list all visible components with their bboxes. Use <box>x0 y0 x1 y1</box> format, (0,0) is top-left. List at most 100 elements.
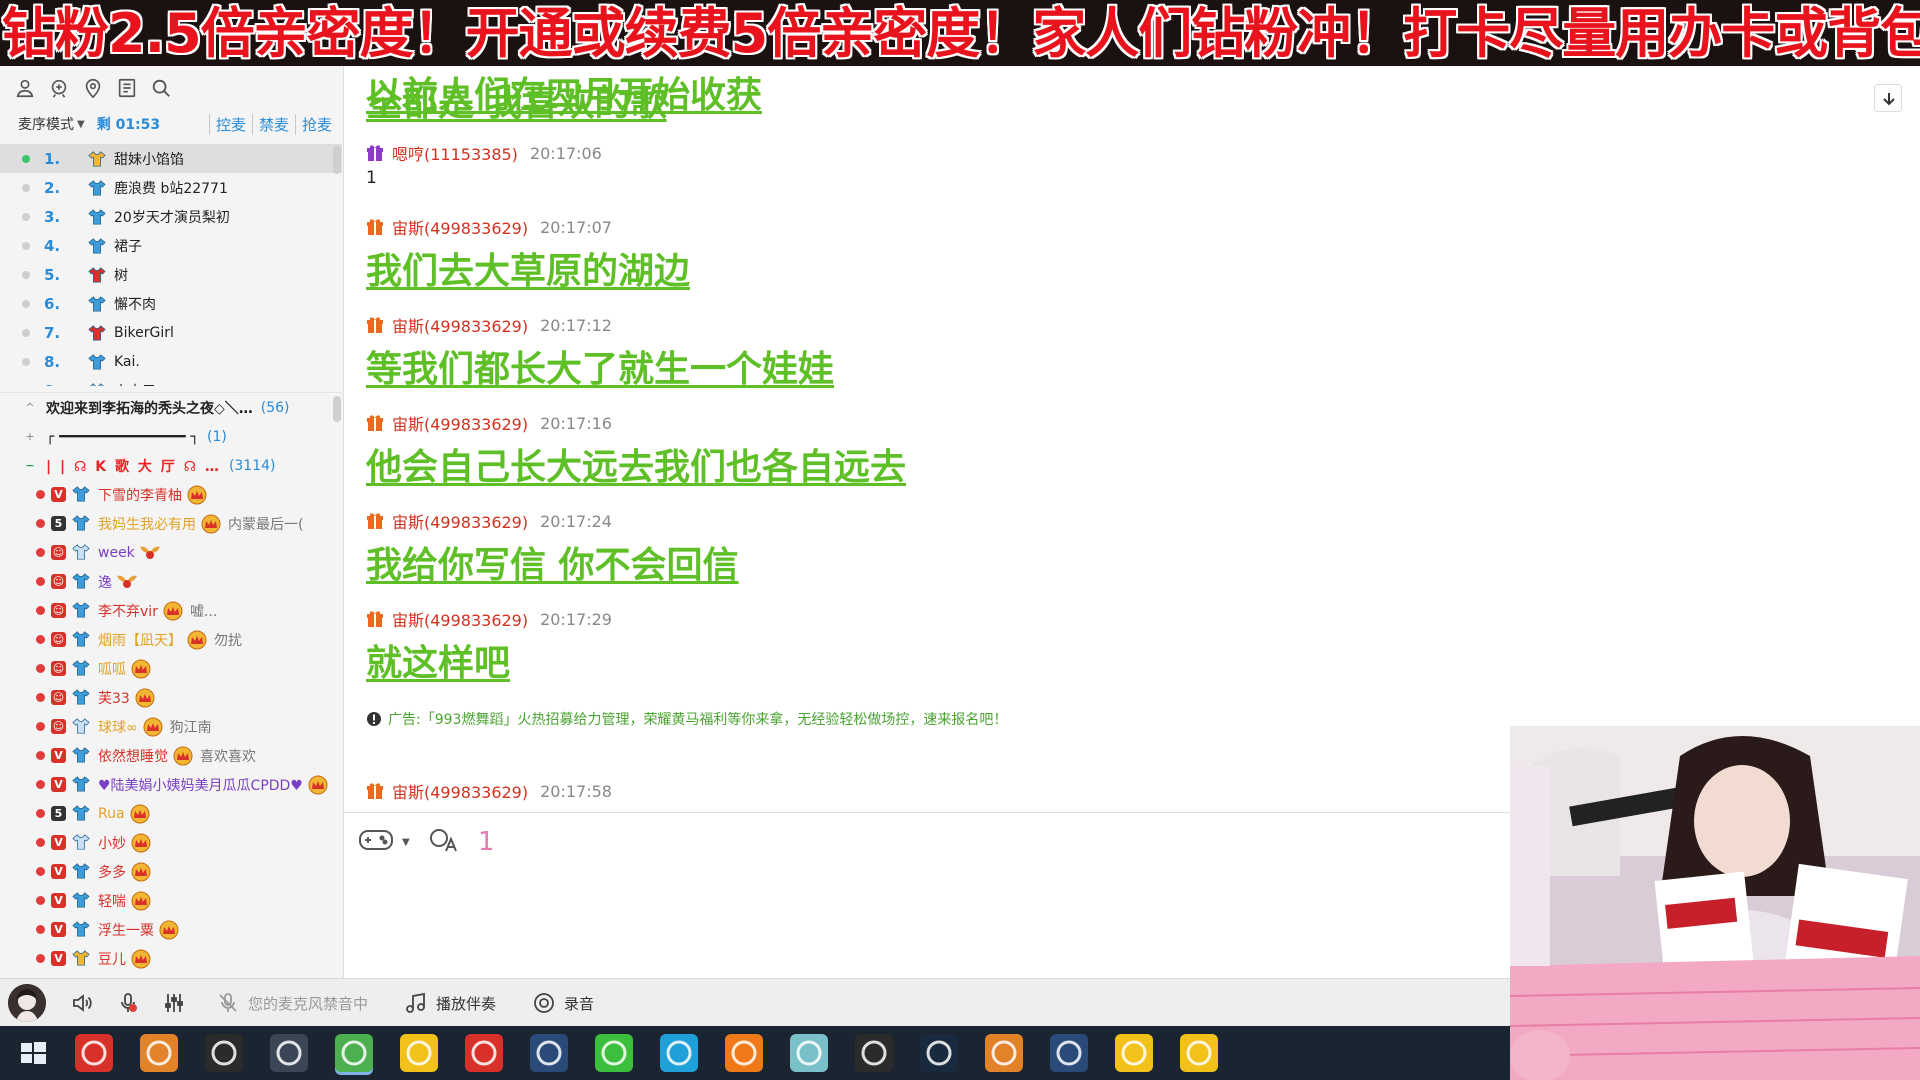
g-app-icon[interactable] <box>855 1034 893 1072</box>
user-row[interactable]: V ♥陆美娟小姨妈美月瓜瓜CPDD♥ <box>0 770 342 799</box>
orange-app-icon[interactable] <box>725 1034 763 1072</box>
user-row[interactable]: V 浮生一粟 <box>0 915 342 944</box>
user-row[interactable]: V 轻喘 <box>0 886 342 915</box>
online-dot <box>36 954 45 963</box>
queue-user-name: 裙子 <box>114 238 142 255</box>
shirt-icon <box>88 150 106 168</box>
user-row[interactable]: ☺ 烟雨【凪天】 勿扰 <box>0 625 342 654</box>
queue-row[interactable]: 8. Kai. <box>0 347 342 376</box>
queue-row[interactable]: 1. 甜妹小馅馅 <box>0 144 342 173</box>
user-row[interactable]: ☺ week <box>0 538 342 567</box>
control-mic-link[interactable]: 控麦 <box>208 113 252 135</box>
obs-icon[interactable] <box>205 1034 243 1072</box>
online-dot <box>36 751 45 760</box>
windows-start-icon[interactable] <box>18 1038 48 1068</box>
scroll-to-bottom-button[interactable] <box>1874 84 1902 112</box>
user-row[interactable]: ☺ 呱呱 <box>0 654 342 683</box>
mic-muted-icon[interactable] <box>116 991 140 1015</box>
user-icon[interactable] <box>14 77 36 99</box>
photo-editor-icon[interactable] <box>530 1034 568 1072</box>
photo-editor-2-icon[interactable] <box>1050 1034 1088 1072</box>
crystal-app-icon[interactable] <box>790 1034 828 1072</box>
location-icon[interactable] <box>82 77 104 99</box>
avatar[interactable] <box>8 984 46 1022</box>
chat-timestamp: 20:17:29 <box>540 609 612 629</box>
shirt-icon <box>72 572 92 592</box>
channel-up-icon[interactable]: ^ <box>24 401 36 414</box>
game-app-icon[interactable] <box>140 1034 178 1072</box>
raccoon-app-icon[interactable] <box>1115 1034 1153 1072</box>
expand-icon[interactable]: + <box>24 430 36 443</box>
mic-mode-dropdown[interactable]: 麦序模式 <box>18 114 74 134</box>
remote-desktop-icon[interactable] <box>270 1034 308 1072</box>
translate-icon[interactable] <box>428 827 458 857</box>
ban-mic-link[interactable]: 禁麦 <box>251 113 295 135</box>
queue-row[interactable]: 4. 裙子 <box>0 231 342 260</box>
queue-row[interactable]: 3. 20岁天才演员梨初 <box>0 202 342 231</box>
queue-row[interactable]: 6. 懈不肉 <box>0 289 342 318</box>
yy-icon[interactable] <box>400 1034 438 1072</box>
user-row[interactable]: V 小妙 <box>0 828 342 857</box>
shirt-icon <box>72 514 92 534</box>
chat-timestamp: 20:17:06 <box>529 143 602 163</box>
collapse-icon[interactable]: − <box>24 459 36 472</box>
shirt-icon <box>72 717 92 737</box>
mixer-icon[interactable] <box>162 991 186 1015</box>
chat-input-area[interactable]: ▼ 1 <box>344 812 1510 978</box>
user-row[interactable]: ☺ 逸 <box>0 567 342 596</box>
speaker-icon[interactable] <box>70 991 94 1015</box>
chat-sender-name[interactable]: 嗯哼(11153385) <box>392 141 518 165</box>
chat-message-header: 宙斯(499833629) 20:17:07 <box>366 214 612 240</box>
user-name: 轻喘 <box>98 893 126 910</box>
search-icon[interactable] <box>150 77 172 99</box>
record-button[interactable]: 录音 <box>532 991 594 1015</box>
queue-row[interactable]: 5. 树 <box>0 260 342 289</box>
queue-row[interactable]: 2. 鹿浪费 b站22771 <box>0 173 342 202</box>
raccoon-app-2-icon[interactable] <box>1180 1034 1218 1072</box>
chat-input-field[interactable]: 1 <box>478 827 495 857</box>
chevron-down-icon[interactable]: ▼ <box>402 837 410 848</box>
circle-app-icon[interactable] <box>660 1034 698 1072</box>
channel-row[interactable]: + ┌ ━━━━━━━━━━━━━━━ ┐ (1) <box>0 422 342 451</box>
shirt-icon <box>72 949 92 969</box>
crown-icon <box>130 833 152 853</box>
chevron-down-icon[interactable]: ▼ <box>77 119 85 130</box>
chat-sender-name[interactable]: 宙斯(499833629) <box>392 313 528 337</box>
channel-row[interactable]: − | | ☊ K 歌 大 厅 ☊ … (3114) <box>0 451 342 480</box>
notes-icon[interactable] <box>116 77 138 99</box>
play-music-button[interactable]: 播放伴奏 <box>404 991 496 1015</box>
user-row[interactable]: V 下雪的李青柚 <box>0 480 342 509</box>
penguin-app-icon[interactable] <box>465 1034 503 1072</box>
ad-message: 广告:「993燃舞蹈」火热招募给力管理，荣耀黄马福利等你来拿，无经验轻松做场控，… <box>366 707 1007 731</box>
netease-music-icon[interactable] <box>75 1034 113 1072</box>
gamepad-icon[interactable] <box>358 827 394 857</box>
chat-sender-name[interactable]: 宙斯(499833629) <box>392 411 528 435</box>
chat-sender-name[interactable]: 宙斯(499833629) <box>392 215 528 239</box>
user-row[interactable]: ☺ 芙33 <box>0 683 342 712</box>
channel-scrollbar[interactable] <box>333 396 341 422</box>
queue-scrollbar[interactable] <box>333 146 341 174</box>
user-name: 逸 <box>98 574 112 591</box>
chat-sender-name[interactable]: 宙斯(499833629) <box>392 779 528 803</box>
chat-sender-name[interactable]: 宙斯(499833629) <box>392 509 528 533</box>
chrome-icon[interactable] <box>335 1034 373 1072</box>
crown-icon <box>142 717 164 737</box>
game-app-2-icon[interactable] <box>985 1034 1023 1072</box>
chat-sender-name[interactable]: 宙斯(499833629) <box>392 607 528 631</box>
wechat-icon[interactable] <box>595 1034 633 1072</box>
crown-icon <box>130 891 152 911</box>
user-row[interactable]: ☺ 李不弃vir 嘘... <box>0 596 342 625</box>
broadcast-icon[interactable] <box>48 77 70 99</box>
user-row[interactable]: ☺ 球球∞ 狗江南 <box>0 712 342 741</box>
user-row[interactable]: V 依然想睡觉 喜欢喜欢 <box>0 741 342 770</box>
grab-mic-link[interactable]: 抢麦 <box>294 113 338 135</box>
online-dot <box>36 896 45 905</box>
user-row[interactable]: V 多多 <box>0 857 342 886</box>
queue-row[interactable]: 7. BikerGirl <box>0 318 342 347</box>
user-row[interactable]: V 豆儿 <box>0 944 342 973</box>
steam-icon[interactable] <box>920 1034 958 1072</box>
user-row[interactable]: 5 Rua <box>0 799 342 828</box>
channel-row[interactable]: ^ 欢迎来到李拓海的秃头之夜◇＼… (56) <box>0 393 342 422</box>
user-row[interactable]: 5 我妈生我必有用 内蒙最后一( <box>0 509 342 538</box>
queue-row[interactable]: 9. 小未子 <box>0 376 342 386</box>
